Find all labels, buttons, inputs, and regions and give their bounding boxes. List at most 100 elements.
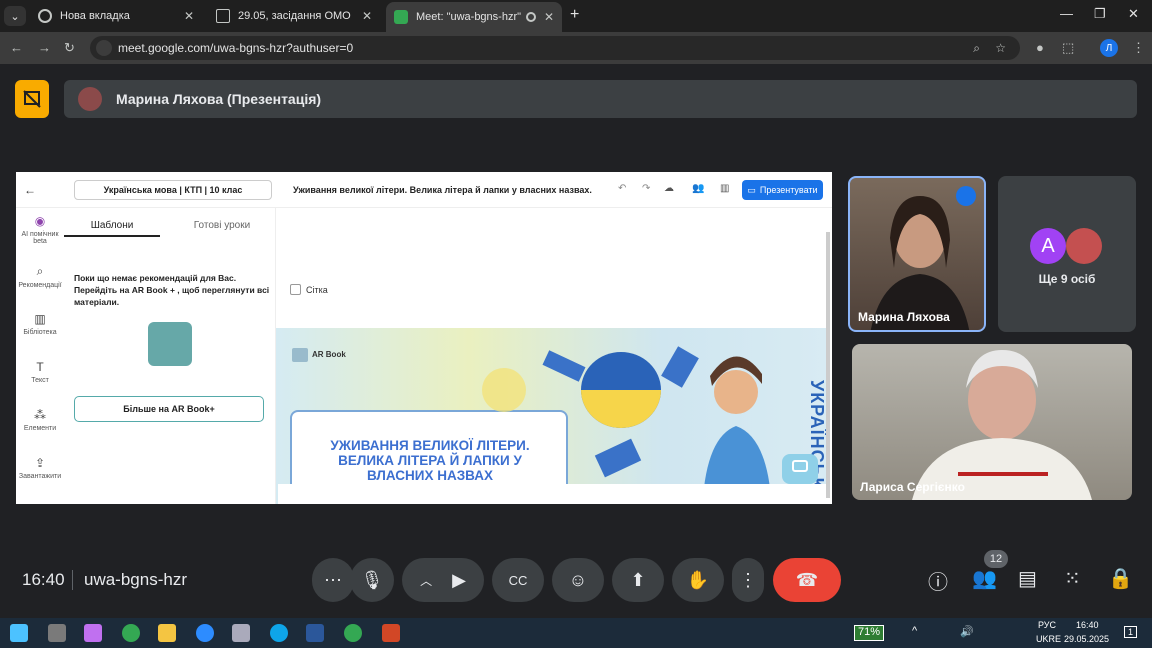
close-window-button[interactable]: ✕ [1128,6,1139,22]
close-icon[interactable]: ✕ [184,9,194,23]
redo-icon[interactable]: ↷ [642,183,650,194]
participant-tile[interactable]: Лариса Сергієнко [852,344,1132,500]
forward-icon[interactable]: → [38,40,51,55]
bookmark-star-icon[interactable]: ☆ [995,41,1006,55]
language-indicator[interactable]: РУС [1038,620,1056,630]
sidebar-item-elements[interactable]: ⁂ Елементи [16,408,64,432]
back-icon[interactable]: ← [10,40,23,55]
slide-art [482,346,772,504]
doc-title[interactable]: Українська мова | КТП | 10 клас [74,180,272,200]
powerpoint-icon[interactable] [382,624,400,642]
tab-new[interactable]: Нова вкладка ✕ [30,4,202,28]
stats-icon[interactable]: ▥ [720,183,729,194]
avatar [78,87,102,111]
tab-omo[interactable]: 29.05, засідання ОМО ✕ [208,4,380,28]
video-feed [912,350,1092,500]
extensions-puzzle-icon[interactable]: ⬚ [1062,40,1074,56]
profile-avatar[interactable]: Л [1100,39,1118,57]
search-illustration [148,322,192,366]
meeting-code: uwa-bgns-hzr [84,570,187,589]
participant-tile-presenter[interactable]: Марина Ляхова [848,176,986,332]
zoom-icon[interactable] [196,624,214,642]
chevron-up-icon[interactable]: ^ [912,625,917,637]
folder-icon[interactable] [158,624,176,642]
sidebar-item-library[interactable]: ▥ Бібліотека [16,312,64,336]
kebab-icon: ⋮ [739,569,757,590]
extension-owl-icon[interactable]: ● [1036,40,1044,55]
chrome-icon[interactable] [122,624,140,642]
notification-badge[interactable]: 1 [1124,626,1138,638]
edge-icon[interactable] [270,624,288,642]
microphone-icon: 🎙 [360,569,384,590]
tab-templates[interactable]: Шаблони [64,220,160,237]
word-icon[interactable] [306,624,324,642]
host-controls-icon[interactable]: 🔒 [1108,566,1133,591]
sidebar-item-ai[interactable]: ◉ AI помічник beta [16,214,64,245]
grid-toggle[interactable]: Сітка [290,284,328,295]
sidebar-item-upload[interactable]: ⇪ Завантажити [16,456,64,480]
tab-strip: ⌄ Нова вкладка ✕ 29.05, засідання ОМО ✕ … [0,0,1152,32]
chat-bubble-button[interactable] [782,454,818,484]
chat-icon[interactable]: ▤ [1018,566,1037,591]
more-audio-options-button[interactable]: ⋯ [312,558,354,602]
new-tab-button[interactable]: + [570,6,579,24]
start-icon[interactable] [10,624,28,642]
microphone-button[interactable]: 🎙 [350,558,394,602]
close-icon[interactable]: ✕ [362,9,372,23]
library-icon: ▥ [34,312,46,326]
emoji-button[interactable]: ☺ [552,558,604,602]
volume-icon[interactable]: 🔊 [960,625,974,638]
chrome-icon [38,9,52,23]
present-screen-button[interactable]: ⬆ [612,558,664,602]
undo-icon[interactable]: ↶ [618,183,626,194]
address-bar[interactable]: meet.google.com/uwa-bgns-hzr?authuser=0 … [90,36,1020,60]
app-icon[interactable] [232,624,250,642]
sidebar-item-text[interactable]: T Текст [16,360,64,384]
speaking-indicator-icon [956,186,976,206]
reload-icon[interactable]: ↻ [64,40,75,56]
info-icon[interactable]: ⓘ [928,566,948,595]
tab-ready-lessons[interactable]: Готові уроки [174,220,270,231]
more-participants-tile[interactable]: A Ще 9 осіб [998,176,1136,332]
chrome-active-icon[interactable] [344,624,362,642]
restore-button[interactable]: ❐ [1094,6,1106,22]
camera-button[interactable]: ︿ ▶ [402,558,484,602]
back-arrow-icon[interactable]: ← [24,183,36,197]
meeting-time: 16:40 [22,570,65,589]
hand-icon: ✋ [686,569,710,590]
presentation-off-icon [23,90,41,108]
captions-button[interactable]: CC [492,558,544,602]
leave-call-button[interactable]: ☎ [773,558,841,602]
tab-meet[interactable]: Meet: "uwa-bgns-hzr" ✕ [386,2,562,32]
cloud-icon[interactable]: ☁ [664,183,674,194]
people-icon[interactable]: 👥 [972,566,997,591]
more-ar-book-button[interactable]: Більше на AR Book+ [74,396,264,422]
tab-search-button[interactable]: ⌄ [4,6,26,26]
raise-hand-button[interactable]: ✋ [672,558,724,602]
presenter-banner: Марина Ляхова (Презентація) [64,80,1137,118]
more-options-button[interactable]: ⋮ [732,558,764,602]
clock-date[interactable]: 29.05.2025 [1064,634,1109,644]
chevron-up-icon: ︿ [420,573,433,588]
divider [72,570,73,590]
keyboard-layout[interactable]: UKRE [1036,634,1061,644]
present-button[interactable]: ▭ Презентувати [742,180,823,200]
emoji-icon: ☺ [568,569,588,590]
clock-time[interactable]: 16:40 [1076,620,1099,630]
menu-kebab-icon[interactable]: ⋮ [1132,40,1145,56]
stop-presentation-button[interactable] [15,80,49,118]
windows-taskbar: 71% ^ 🔊 РУС UKRE 16:40 29.05.2025 1 [0,618,1152,648]
browser-toolbar: ← → ↻ meet.google.com/uwa-bgns-hzr?authu… [0,32,1152,64]
copilot-icon[interactable] [84,624,102,642]
zoom-icon[interactable]: ⌕ [973,41,980,56]
activities-icon[interactable]: ⁙ [1064,566,1081,591]
templates-panel: Шаблони Готові уроки Поки що немає реком… [64,208,276,504]
site-icon [96,40,112,56]
sidebar-item-recommendations[interactable]: ⌕ Рекомендації [16,264,64,289]
close-icon[interactable]: ✕ [544,10,554,24]
app-icon[interactable] [48,624,66,642]
chat-icon [792,460,808,472]
users-icon[interactable]: 👥 [692,183,704,194]
minimize-button[interactable]: — [1060,6,1073,21]
vertical-scrollbar[interactable] [826,232,830,498]
